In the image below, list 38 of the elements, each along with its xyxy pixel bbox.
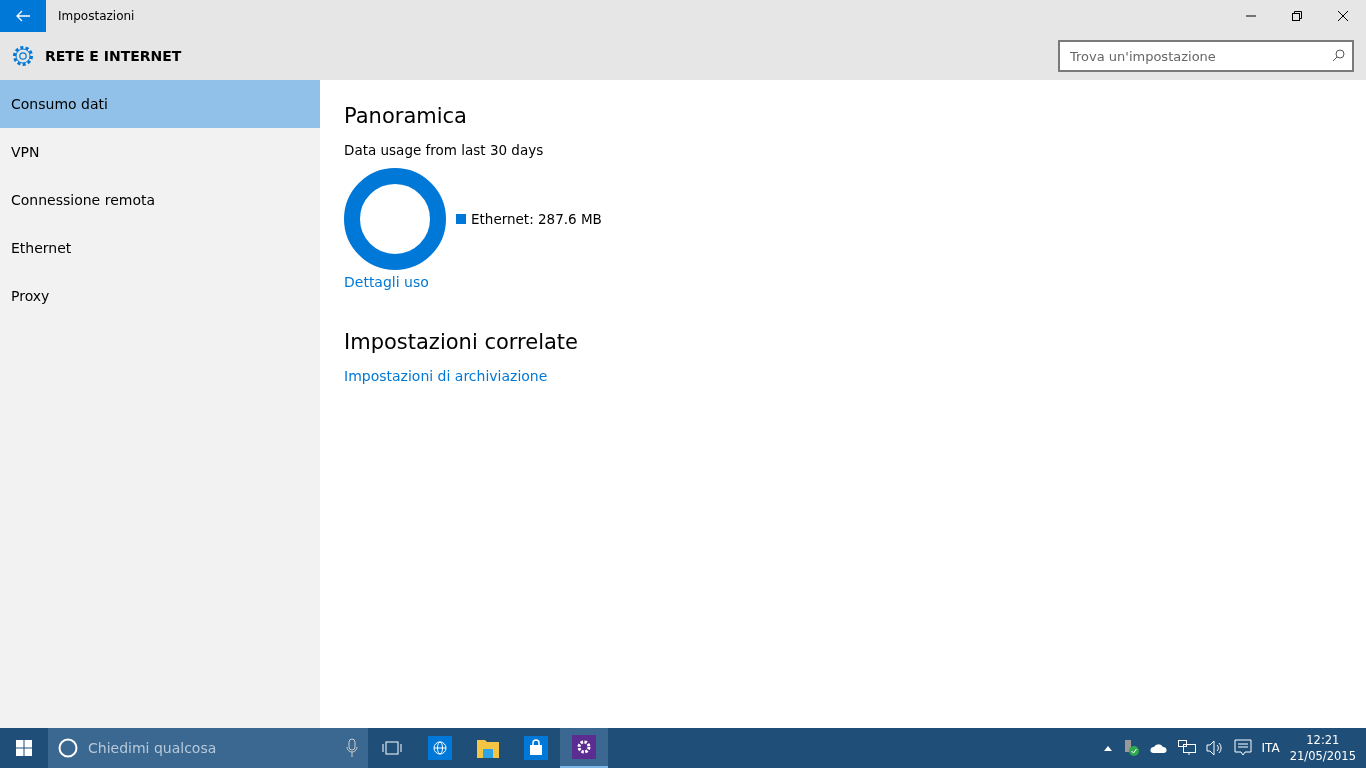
taskbar-app-button[interactable] <box>560 728 608 768</box>
minimize-icon <box>1246 15 1256 17</box>
section-heading: Panoramica <box>344 104 467 128</box>
microphone-icon <box>346 738 358 758</box>
circle-icon <box>58 738 78 758</box>
sidebar-item[interactable]: Proxy <box>0 272 320 320</box>
search-icon <box>1332 49 1345 62</box>
chart-subtitle: Data usage from last 30 days <box>344 142 544 158</box>
sidebar-item[interactable]: Connessione remota <box>0 176 320 224</box>
windows-logo-icon <box>16 740 32 756</box>
section-heading: Impostazioni correlate <box>344 330 578 354</box>
related-link[interactable]: Impostazioni di archiviazione <box>344 368 548 384</box>
folder-icon <box>476 737 500 759</box>
restore-icon <box>1292 11 1302 21</box>
section-title: RETE E INTERNET <box>45 48 183 64</box>
close-icon <box>1338 11 1348 21</box>
search-field[interactable]: Trova un'impostazione <box>1058 40 1354 72</box>
gear-icon <box>572 735 596 759</box>
settings-icon <box>11 44 35 68</box>
window-title: Impostazioni <box>58 9 136 23</box>
taskbar-search-field[interactable]: Chiedimi qualcosa <box>48 728 368 768</box>
back-arrow-icon <box>16 10 30 22</box>
sidebar-item[interactable]: Ethernet <box>0 224 320 272</box>
clock[interactable]: 12:21 21/05/2015 <box>1289 732 1356 764</box>
speaker-icon <box>1205 740 1224 756</box>
language-indicator[interactable]: ITA <box>1261 741 1280 755</box>
sidebar-item[interactable]: Consumo dati <box>0 80 320 128</box>
sidebar-item[interactable]: VPN <box>0 128 320 176</box>
shopping-bag-icon <box>524 736 548 760</box>
message-icon <box>1233 739 1252 757</box>
task-view-icon <box>382 741 402 755</box>
cloud-icon <box>1149 742 1168 754</box>
back-button[interactable] <box>0 0 46 32</box>
network-icon <box>1177 740 1196 756</box>
details-link[interactable]: Dettagli uso <box>344 274 429 290</box>
globe-icon <box>428 736 452 760</box>
caret-up-icon <box>1103 745 1112 751</box>
legend-label: Ethernet: 287.6 MB <box>471 211 602 227</box>
